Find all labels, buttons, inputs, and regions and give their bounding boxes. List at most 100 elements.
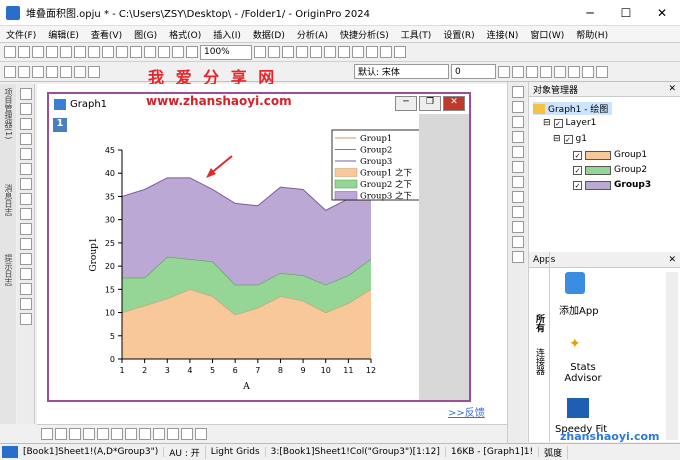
stats-advisor-label[interactable]: Stats Advisor — [559, 362, 607, 384]
collapse-icon[interactable]: ⊟ — [543, 118, 551, 128]
maximize-button[interactable]: ☐ — [608, 0, 644, 26]
project-explorer-icon[interactable] — [296, 46, 308, 58]
superscript-icon[interactable] — [540, 65, 552, 78]
italic-icon[interactable] — [512, 65, 524, 78]
font-size-select[interactable]: 0 — [451, 64, 496, 79]
menu-help[interactable]: 帮助(H) — [570, 28, 614, 41]
apps-tab-connectors[interactable]: 连接器 — [533, 348, 546, 375]
plot-checkbox[interactable]: ✓ — [573, 165, 582, 175]
contour-plot-icon[interactable] — [153, 428, 165, 440]
object-manager-icon[interactable] — [338, 46, 350, 58]
tree-graph-root[interactable]: Graph1 - 绘图 — [533, 102, 613, 115]
insert-graph-icon[interactable] — [19, 283, 32, 295]
group-checkbox[interactable]: ✓ — [563, 134, 573, 144]
speedy-fit-icon[interactable] — [567, 398, 589, 418]
menu-file[interactable]: 文件(F) — [0, 28, 42, 41]
errorbar-plot-icon[interactable] — [97, 428, 109, 440]
layout-icon-8[interactable] — [511, 191, 524, 203]
snap-icon[interactable] — [380, 46, 392, 58]
layout-icon-12[interactable] — [511, 251, 524, 263]
tree-plot-group1[interactable]: ✓ Group1 — [573, 150, 647, 160]
layout-icon-5[interactable] — [511, 146, 524, 158]
learning-center-icon[interactable] — [366, 46, 378, 58]
equation-tool-icon[interactable] — [19, 268, 32, 280]
increase-font-icon[interactable] — [582, 65, 594, 78]
pan-tool-icon[interactable] — [19, 253, 32, 265]
copy-page-icon[interactable] — [268, 46, 280, 58]
feedback-link[interactable]: >>反馈 — [448, 404, 485, 419]
new-project-icon[interactable] — [4, 46, 16, 58]
panel-close-icon[interactable]: ✕ — [668, 84, 676, 94]
apps-scrollbar[interactable] — [666, 272, 678, 440]
menu-connect[interactable]: 连接(N) — [481, 28, 525, 41]
rectangle-tool-icon[interactable] — [19, 238, 32, 250]
layout-icon-7[interactable] — [511, 176, 524, 188]
menu-format[interactable]: 格式(O) — [163, 28, 207, 41]
color-palette-icon[interactable] — [19, 313, 32, 325]
open-icon[interactable] — [74, 46, 86, 58]
minimize-button[interactable]: ─ — [572, 0, 608, 26]
scale-out-icon[interactable] — [46, 65, 58, 78]
help-icon[interactable] — [394, 46, 406, 58]
collapse-icon[interactable]: ⊟ — [553, 134, 561, 144]
refresh-icon[interactable] — [116, 46, 128, 58]
region-selector-icon[interactable] — [19, 163, 32, 175]
tree-plot-group3[interactable]: ✓ Group3 — [573, 180, 651, 190]
layout-icon-3[interactable] — [511, 116, 524, 128]
menu-settings[interactable]: 设置(R) — [437, 28, 480, 41]
tree-group[interactable]: ⊟ ✓ g1 — [553, 134, 587, 144]
plot-checkbox[interactable]: ✓ — [573, 150, 582, 160]
command-window-icon[interactable] — [172, 46, 184, 58]
layer-manager-icon[interactable] — [88, 65, 100, 78]
decrease-font-icon[interactable] — [596, 65, 608, 78]
zoom-select[interactable]: 100% — [200, 44, 252, 60]
layer-checkbox[interactable]: ✓ — [553, 118, 563, 128]
panel-close-icon[interactable]: ✕ — [668, 255, 676, 265]
data-reader-icon[interactable] — [19, 118, 32, 130]
layout-icon-2[interactable] — [511, 101, 524, 113]
menu-quick-analysis[interactable]: 快捷分析(S) — [334, 28, 395, 41]
3d-plot-icon[interactable] — [167, 428, 179, 440]
box-plot-icon[interactable] — [139, 428, 151, 440]
scatter-plot-icon[interactable] — [55, 428, 67, 440]
plot-checkbox[interactable]: ✓ — [573, 180, 582, 190]
data-selector-icon[interactable] — [19, 148, 32, 160]
menu-tools[interactable]: 工具(T) — [395, 28, 438, 41]
text-tool-icon[interactable] — [19, 193, 32, 205]
line-plot-icon[interactable] — [41, 428, 53, 440]
script-icon[interactable] — [158, 46, 170, 58]
close-button[interactable]: ✕ — [644, 0, 680, 26]
pointer-tool-icon[interactable] — [19, 88, 32, 100]
code-builder-icon[interactable] — [186, 46, 198, 58]
new-matrix-icon[interactable] — [46, 46, 58, 58]
add-layer-icon[interactable] — [74, 65, 86, 78]
export-icon[interactable] — [282, 46, 294, 58]
tree-layer[interactable]: ⊟ ✓ Layer1 — [543, 118, 596, 128]
layout-icon-11[interactable] — [511, 236, 524, 248]
save-icon[interactable] — [88, 46, 100, 58]
graph-minimize-button[interactable]: ─ — [395, 96, 417, 111]
rescale-icon[interactable] — [60, 65, 72, 78]
column-plot-icon[interactable] — [83, 428, 95, 440]
insert-table-icon[interactable] — [19, 298, 32, 310]
layout-icon-4[interactable] — [511, 131, 524, 143]
graph-restore-button[interactable]: ❐ — [419, 96, 441, 111]
new-workbook-icon[interactable] — [18, 46, 30, 58]
arrow-tool-icon[interactable] — [19, 208, 32, 220]
new-graph-icon[interactable] — [32, 46, 44, 58]
new-notes-icon[interactable] — [60, 46, 72, 58]
messages-log-tab[interactable]: 消息日志 — [3, 184, 14, 216]
layout-icon-10[interactable] — [511, 221, 524, 233]
layout-icon-6[interactable] — [511, 161, 524, 173]
menu-analysis[interactable]: 分析(A) — [291, 28, 334, 41]
import-icon[interactable] — [102, 46, 114, 58]
multi-panel-icon[interactable] — [195, 428, 207, 440]
search-icon[interactable] — [2, 446, 18, 458]
menu-view[interactable]: 查看(V) — [85, 28, 128, 41]
template-icon[interactable] — [181, 428, 193, 440]
subscript-icon[interactable] — [554, 65, 566, 78]
apps-tab-all[interactable]: 所有 — [533, 314, 546, 332]
line-symbol-plot-icon[interactable] — [69, 428, 81, 440]
pie-plot-icon[interactable] — [125, 428, 137, 440]
menu-insert[interactable]: 插入(I) — [207, 28, 247, 41]
